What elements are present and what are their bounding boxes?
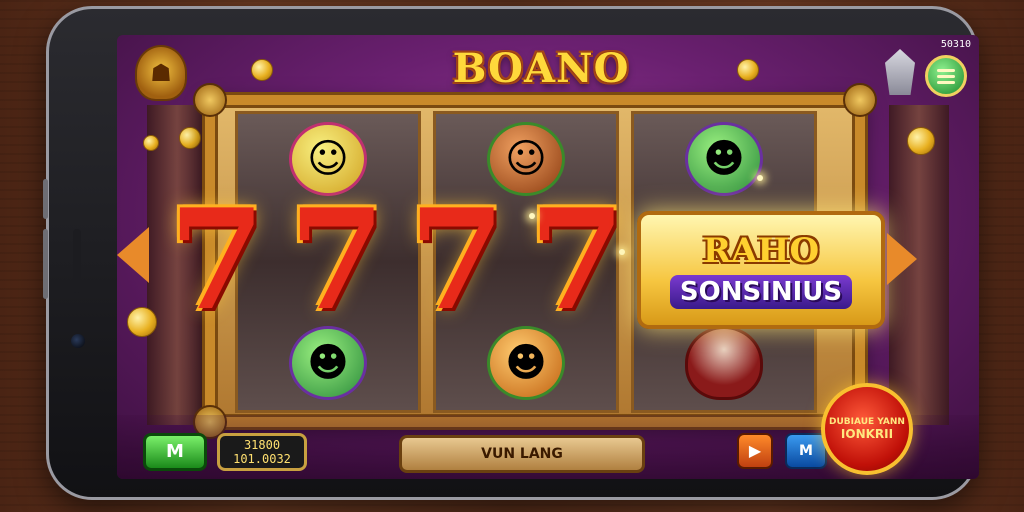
bonus-subtitle: SONSINIUS — [669, 275, 853, 309]
frame-ornament — [193, 83, 227, 117]
seven-symbol: 7 — [528, 178, 626, 341]
seven-symbol: 7 — [288, 178, 386, 341]
crocodile-icon: ☻ — [685, 122, 763, 196]
coin-icon — [251, 59, 273, 81]
arrow-left-icon — [117, 227, 149, 283]
menu-icon — [937, 68, 955, 72]
phone-camera — [71, 334, 85, 348]
auto-button[interactable]: M — [785, 433, 827, 469]
balance-sub-value: 101.0032 — [233, 452, 291, 466]
sparkle-icon — [757, 175, 763, 181]
coin-icon — [737, 59, 759, 81]
spin-label-line2: IONKRII — [840, 427, 894, 441]
phone-side-button — [43, 229, 48, 299]
menu-button[interactable] — [925, 55, 967, 97]
seven-symbol: 7 — [408, 178, 506, 341]
bonus-banner: RAHO SONSINIUS — [637, 211, 885, 329]
arrow-right-icon — [887, 233, 917, 285]
coin-icon — [127, 307, 157, 337]
spin-label-line1: DUBIAUE YANN — [829, 417, 905, 427]
frame-ornament — [843, 83, 877, 117]
balance-value: 31800 — [243, 438, 281, 452]
seven-row: 7 7 7 7 — [157, 178, 637, 341]
play-button[interactable]: ▶ — [737, 433, 773, 469]
knight-helmet-icon — [885, 49, 915, 95]
sparkle-icon — [619, 249, 625, 255]
coin-icon — [179, 127, 201, 149]
lion-emblem-icon: ☗ — [135, 45, 187, 101]
phone-side-button — [43, 179, 48, 219]
bowl-icon — [685, 326, 763, 400]
phone-frame: 50310 ☗ BOANO LAGCH ☺ ☻ ☺ ☻ — [43, 6, 979, 500]
status-readout: 50310 — [940, 39, 971, 50]
bet-button[interactable]: M — [143, 433, 207, 471]
coin-icon — [143, 135, 159, 151]
balance-display: 31800 101.0032 — [217, 433, 307, 471]
win-display: VUN LANG — [399, 435, 645, 473]
seven-symbol: 7 — [168, 178, 266, 341]
phone-speaker — [73, 229, 81, 293]
game-screen: 50310 ☗ BOANO LAGCH ☺ ☻ ☺ ☻ — [117, 35, 979, 479]
spin-button[interactable]: DUBIAUE YANN IONKRII — [821, 383, 913, 475]
bonus-title: RAHO — [702, 231, 820, 271]
coin-icon — [907, 127, 935, 155]
sparkle-icon — [529, 213, 535, 219]
